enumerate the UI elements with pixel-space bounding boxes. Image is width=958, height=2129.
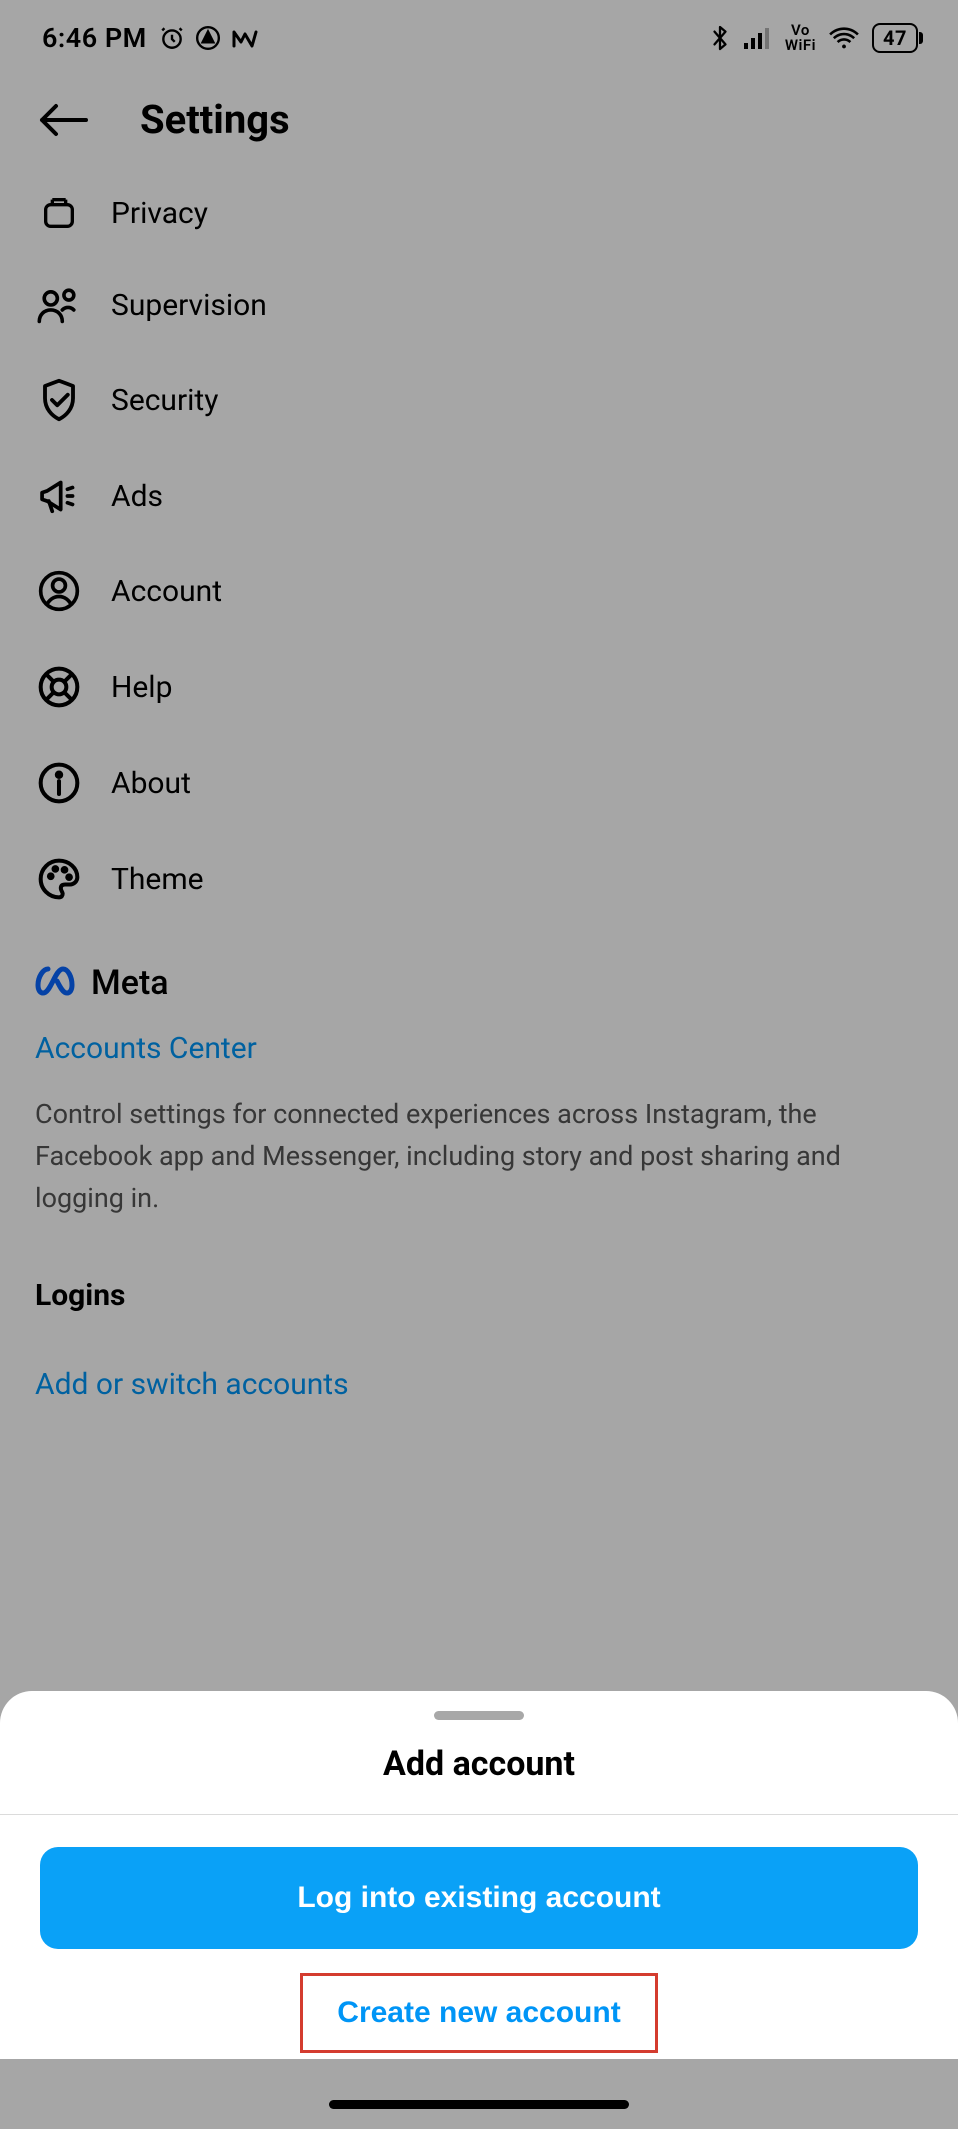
sheet-drag-handle[interactable] [434, 1711, 524, 1720]
sheet-title: Add account [0, 1744, 958, 1814]
home-indicator[interactable] [329, 2100, 629, 2109]
create-new-account-button[interactable]: Create new account [300, 1973, 657, 2053]
add-account-sheet: Add account Log into existing account Cr… [0, 1691, 958, 2059]
log-into-existing-button[interactable]: Log into existing account [40, 1847, 918, 1949]
